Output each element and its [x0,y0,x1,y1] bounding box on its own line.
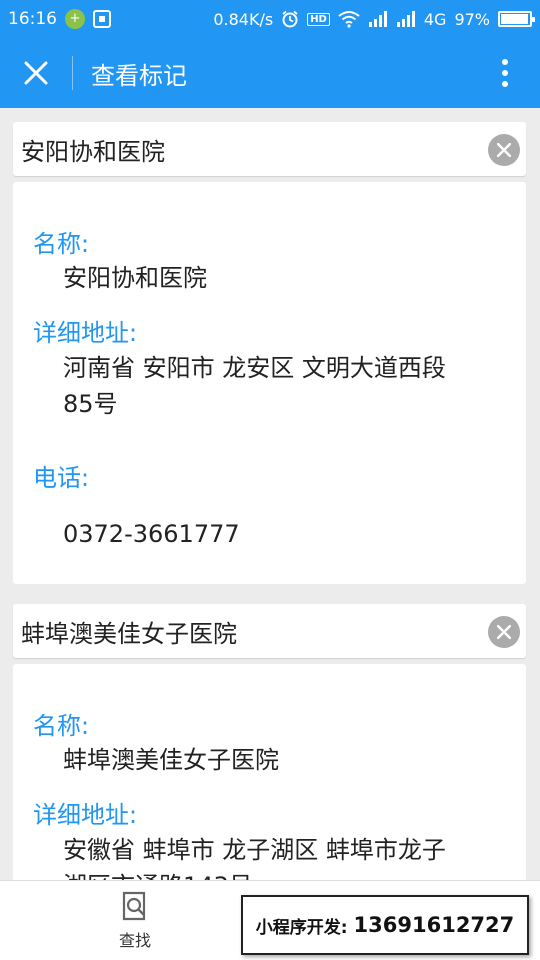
more-options-button[interactable] [470,38,540,108]
find-icon [122,891,146,921]
address-label: 详细地址: [33,319,138,347]
close-button[interactable] [0,38,72,108]
remove-marker-button[interactable] [488,134,520,166]
address-line-2: 85号 [63,390,118,418]
tab-find-label: 查找 [118,931,151,950]
marker-header[interactable]: 蚌埠澳美佳女子医院 [13,604,526,658]
battery-percent: 97% [454,9,490,29]
address-label: 详细地址: [33,801,138,829]
marker-heading: 蚌埠澳美佳女子医院 [21,619,237,648]
more-vertical-icon [502,59,508,87]
promo-banner[interactable]: 小程序开发: 13691612727 [241,895,529,955]
address-line-2: 湖区市通路143号 [63,869,253,880]
notification-app-icon: + [65,9,85,29]
tab-find[interactable]: 查找 [95,889,175,955]
appbar-divider [72,56,73,90]
hd-icon: HD [307,12,330,26]
close-icon [24,61,48,85]
marker-heading: 安阳协和医院 [21,137,165,166]
name-label: 名称: [33,712,90,740]
page-title: 查看标记 [91,61,187,90]
name-label: 名称: [33,230,90,258]
phone-value[interactable]: 0372-3661777 [63,517,240,551]
network-speed: 0.84K/s [213,9,274,29]
status-bar: 16:16 + 0.84K/s HD 4G 97% [0,0,540,38]
address-line-1: 河南省 安阳市 龙安区 文明大道西段 [63,354,446,382]
marker-list[interactable]: 安阳协和医院 名称: 安阳协和医院 详细地址: 河南省 安阳市 龙安区 文明大道… [0,108,540,880]
battery-icon [498,11,535,27]
status-time: 16:16 [8,9,57,29]
scan-notification-icon [93,10,111,28]
signal-icon [396,11,416,27]
phone-label: 电话: [33,464,90,492]
close-icon [497,625,511,639]
promo-phone: 13691612727 [353,913,515,937]
close-icon [497,143,511,157]
wifi-icon [338,10,360,28]
marker-card: 名称: 安阳协和医院 详细地址: 河南省 安阳市 龙安区 文明大道西段 85号 … [13,182,526,584]
remove-marker-button[interactable] [488,616,520,648]
network-type: 4G [423,9,447,29]
name-value: 蚌埠澳美佳女子医院 [63,746,279,774]
app-bar: 查看标记 [0,38,540,108]
bottom-nav: 查找 小程序开发: 13691612727 [0,880,540,960]
marker-card: 名称: 蚌埠澳美佳女子医院 详细地址: 安徽省 蚌埠市 龙子湖区 蚌埠市龙子 湖… [13,664,526,880]
address-line-1: 安徽省 蚌埠市 龙子湖区 蚌埠市龙子 [63,836,446,864]
promo-label: 小程序开发: [255,917,348,938]
marker-header[interactable]: 安阳协和医院 [13,122,526,176]
name-value: 安阳协和医院 [63,264,207,292]
alarm-icon [281,10,299,28]
signal-icon [368,11,388,27]
